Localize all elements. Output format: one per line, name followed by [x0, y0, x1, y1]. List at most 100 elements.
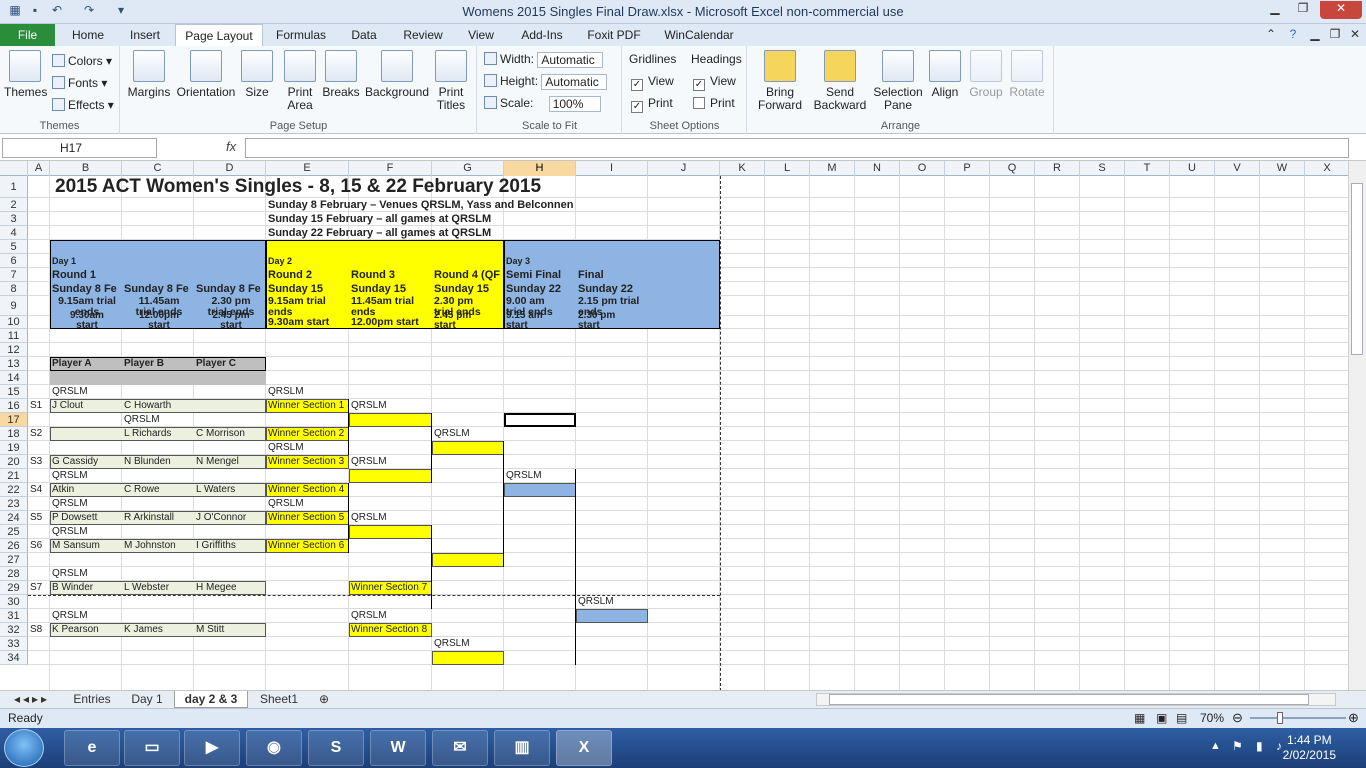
- row-header-10[interactable]: 10: [0, 316, 28, 329]
- row-header-18[interactable]: 18: [0, 427, 28, 441]
- start-label[interactable]: start: [432, 320, 504, 329]
- row-header-22[interactable]: 22: [0, 483, 28, 497]
- cell-c20[interactable]: N Blunden: [122, 455, 194, 468]
- column-header-q[interactable]: Q: [990, 161, 1035, 176]
- cell-c18[interactable]: L Richards: [122, 427, 194, 440]
- round-label[interactable]: Final: [576, 268, 648, 282]
- row-header-13[interactable]: 13: [0, 357, 28, 371]
- row-header-34[interactable]: 34: [0, 651, 28, 665]
- align-button[interactable]: Align: [928, 50, 962, 99]
- cell-b23[interactable]: QRSLM: [50, 497, 122, 510]
- tab-foxit-pdf[interactable]: Foxit PDF: [580, 24, 648, 46]
- normal-view-icon[interactable]: ▦: [1134, 711, 1145, 725]
- column-header-n[interactable]: N: [855, 161, 900, 176]
- row-header-29[interactable]: 29: [0, 581, 28, 595]
- cell-c32[interactable]: K James: [122, 623, 194, 636]
- column-header-x[interactable]: X: [1305, 161, 1348, 176]
- row-header-8[interactable]: 8: [0, 282, 28, 296]
- zoom-slider-thumb[interactable]: [1277, 712, 1283, 724]
- row-header-25[interactable]: 25: [0, 525, 28, 539]
- tab-view[interactable]: View: [458, 24, 504, 46]
- page-break-view-icon[interactable]: ▤: [1176, 711, 1187, 725]
- date-label[interactable]: Sunday 15: [349, 282, 432, 296]
- cell-g18[interactable]: QRSLM: [432, 427, 504, 440]
- cell-b31[interactable]: QRSLM: [50, 609, 122, 622]
- headings-view-checkbox[interactable]: ✓ View: [693, 72, 736, 91]
- cell-d26[interactable]: I Griffiths: [194, 539, 266, 552]
- row-header-3[interactable]: 3: [0, 212, 28, 226]
- cell-g33[interactable]: QRSLM: [432, 637, 504, 650]
- row-header-32[interactable]: 32: [0, 623, 28, 637]
- sheet-tab-day-2-3[interactable]: day 2 & 3: [174, 691, 248, 708]
- headings-print-checkbox[interactable]: Print: [693, 94, 735, 112]
- column-header-g[interactable]: G: [432, 161, 504, 176]
- cell-f20[interactable]: QRSLM: [349, 455, 432, 468]
- height-dropdown[interactable]: Automatic: [541, 73, 608, 90]
- cell-e18[interactable]: Winner Section 2: [266, 427, 349, 440]
- cell-e15[interactable]: QRSLM: [266, 385, 349, 398]
- file-explorer-icon[interactable]: ▭: [124, 730, 180, 766]
- date-label[interactable]: Sunday 15: [266, 282, 349, 296]
- column-header-v[interactable]: V: [1215, 161, 1260, 176]
- cell-c22[interactable]: C Rowe: [122, 483, 194, 496]
- date-label[interactable]: Sunday 8 Fe: [194, 282, 266, 296]
- sheet-tab-sheet1[interactable]: Sheet1: [250, 691, 308, 708]
- tab-page-layout[interactable]: Page Layout: [175, 24, 263, 47]
- cell-d29[interactable]: H Megee: [194, 581, 266, 594]
- cell-e16[interactable]: Winner Section 1: [266, 399, 349, 412]
- sheet-tab-entries[interactable]: Entries: [64, 691, 120, 708]
- round-label[interactable]: Round 1: [50, 268, 122, 282]
- column-header-j[interactable]: J: [648, 161, 720, 176]
- row-header-2[interactable]: 2: [0, 198, 28, 212]
- cell-a26[interactable]: S6: [28, 539, 50, 552]
- action-center-icon[interactable]: ⚑: [1232, 739, 1243, 753]
- cell-a18[interactable]: S2: [28, 427, 50, 440]
- date-label[interactable]: Sunday 22: [504, 282, 576, 296]
- column-header-r[interactable]: R: [1035, 161, 1080, 176]
- cell-a22[interactable]: S4: [28, 483, 50, 496]
- insert-sheet-icon[interactable]: ⊕: [312, 691, 336, 708]
- tab-add-ins[interactable]: Add-Ins: [512, 24, 572, 46]
- cell-f16[interactable]: QRSLM: [349, 399, 432, 412]
- themes-button[interactable]: Themes: [4, 50, 47, 99]
- cell-b25[interactable]: QRSLM: [50, 525, 122, 538]
- cell-d22[interactable]: L Waters: [194, 483, 266, 496]
- fonts-button[interactable]: Fonts ▾: [52, 74, 107, 92]
- horizontal-scroll-thumb[interactable]: [829, 694, 1309, 705]
- column-header-i[interactable]: I: [576, 161, 648, 176]
- cell-f32[interactable]: Winner Section 8: [349, 623, 432, 636]
- column-header-b[interactable]: B: [50, 161, 122, 176]
- column-header-e[interactable]: E: [266, 161, 349, 176]
- start-label[interactable]: start: [50, 320, 122, 329]
- column-header-m[interactable]: M: [810, 161, 855, 176]
- formula-input[interactable]: [245, 138, 1349, 158]
- cell-c29[interactable]: L Webster: [122, 581, 194, 594]
- cell-e22[interactable]: Winner Section 4: [266, 483, 349, 496]
- breaks-button[interactable]: Breaks: [321, 50, 361, 99]
- orientation-button[interactable]: Orientation: [173, 50, 239, 99]
- row-header-14[interactable]: 14: [0, 371, 28, 385]
- background-button[interactable]: Background: [363, 50, 431, 99]
- cell-c17[interactable]: QRSLM: [122, 413, 194, 426]
- column-header-a[interactable]: A: [28, 161, 50, 176]
- round-label[interactable]: Semi Final: [504, 268, 576, 282]
- cell-e20[interactable]: Winner Section 3: [266, 455, 349, 468]
- width-dropdown[interactable]: Automatic: [537, 51, 604, 68]
- column-header-s[interactable]: S: [1080, 161, 1125, 176]
- row-header-20[interactable]: 20: [0, 455, 28, 469]
- cell-e24[interactable]: Winner Section 5: [266, 511, 349, 524]
- start-label[interactable]: start: [194, 320, 266, 329]
- row-header-1[interactable]: 1: [0, 176, 28, 198]
- date-label[interactable]: Sunday 8 Fe: [122, 282, 194, 296]
- zoom-slider[interactable]: [1250, 712, 1346, 724]
- row-header-11[interactable]: 11: [0, 329, 28, 343]
- cell-i30[interactable]: QRSLM: [576, 595, 648, 608]
- skype-icon[interactable]: S: [308, 730, 364, 766]
- row-header-26[interactable]: 26: [0, 539, 28, 553]
- cell-a20[interactable]: S3: [28, 455, 50, 468]
- row-header-12[interactable]: 12: [0, 343, 28, 357]
- row-header-31[interactable]: 31: [0, 609, 28, 623]
- start-label[interactable]: start: [576, 320, 648, 329]
- zoom-out-icon[interactable]: ⊖: [1232, 710, 1243, 726]
- cell-f31[interactable]: QRSLM: [349, 609, 432, 622]
